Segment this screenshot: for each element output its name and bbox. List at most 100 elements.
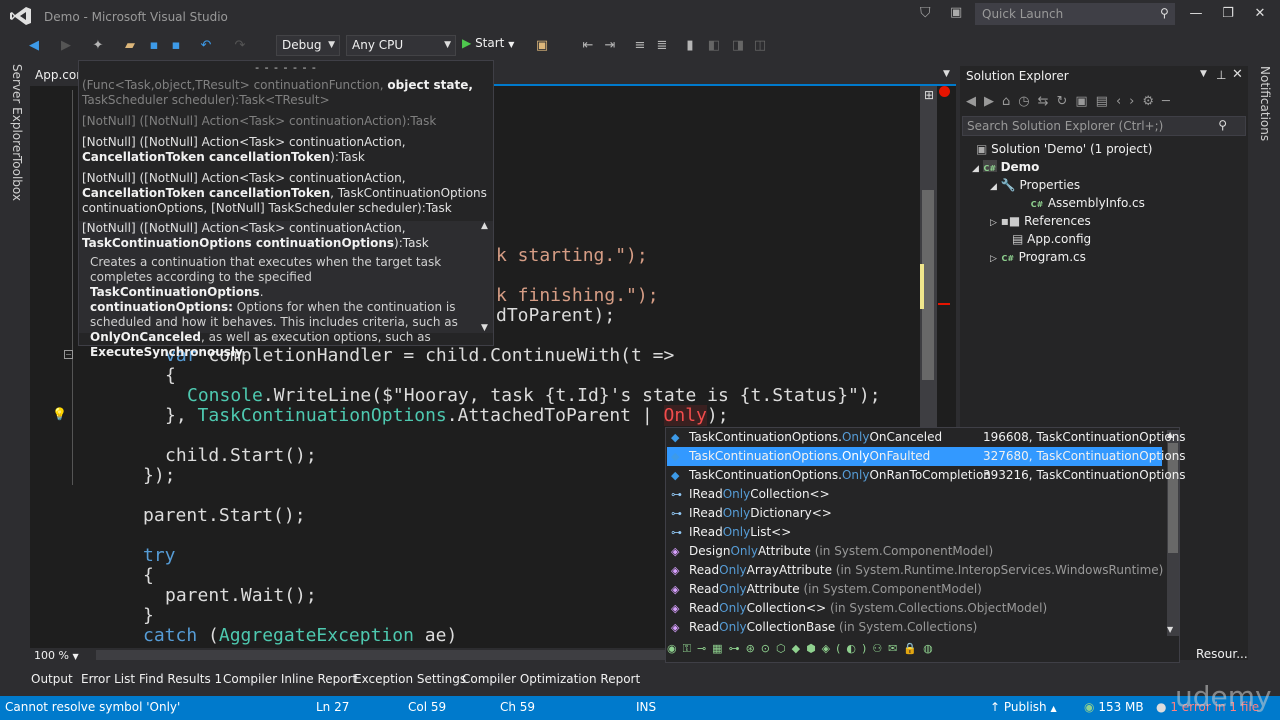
save-icon[interactable]: ▪ — [144, 36, 164, 56]
attach-icon[interactable]: ▣ — [532, 36, 552, 56]
close-icon[interactable]: ✕ — [1232, 67, 1243, 82]
autocomplete-item[interactable]: ◈ ReadOnlyArrayAttribute (in System.Runti… — [667, 561, 1164, 580]
dropdown-icon[interactable]: ▼ — [1200, 69, 1207, 79]
split-icon[interactable]: ⊞ — [924, 88, 934, 102]
autocomplete-item[interactable]: ◆ TaskContinuationOptions.OnlyOnCanceled 1… — [667, 428, 1186, 447]
autocomplete-item[interactable]: ◆ TaskContinuationOptions.OnlyOnRanToComp… — [667, 466, 1186, 485]
server-explorer-tab[interactable]: Server Explorer — [10, 64, 24, 157]
tab-compiler-optimization-report[interactable]: Compiler Optimization Report — [462, 672, 640, 686]
class-icon: ◈ — [671, 621, 680, 634]
item-text: ArrayAttribute — [746, 563, 832, 577]
start-button[interactable]: ▶ Start ▼ — [462, 36, 514, 50]
step-icon[interactable]: ⇤ — [578, 36, 598, 56]
status-line: Ln 27 — [316, 700, 350, 714]
tree-solution[interactable]: ▣ Solution 'Demo' (1 project) — [976, 140, 1152, 158]
undo-icon[interactable]: ↶ — [196, 36, 216, 56]
scroll-up-icon[interactable]: ▲ — [481, 221, 488, 231]
item-text: Read — [689, 601, 720, 615]
item-namespace: (in System.Runtime.InteropServices.Windo… — [831, 563, 1164, 577]
resources-tab[interactable]: Resour... — [1196, 647, 1248, 661]
scroll-down-icon[interactable]: ▼ — [1167, 625, 1173, 634]
platform-select[interactable]: Any CPU ▼ — [346, 35, 456, 56]
tree-properties[interactable]: ◢ 🔧 Properties — [990, 176, 1080, 196]
tab-error-list[interactable]: Error List — [81, 672, 135, 686]
item-text: OnFaulted — [869, 449, 931, 463]
uncomment-icon[interactable]: ≣ — [652, 36, 672, 56]
tab-exception-settings[interactable]: Exception Settings — [354, 672, 466, 686]
notifications-tab[interactable]: Notifications — [1258, 66, 1272, 141]
code-line: }); — [143, 465, 176, 486]
item-text: OnCanceled — [869, 430, 943, 444]
feedback-icon[interactable]: ▣ — [950, 5, 962, 20]
tree-program[interactable]: ▷ C# Program.cs — [990, 248, 1086, 268]
maximize-button[interactable]: ❐ — [1220, 6, 1236, 22]
item-text: IRead — [689, 487, 723, 501]
zoom-select[interactable]: 100 % ▼ — [30, 648, 90, 664]
new-project-icon[interactable]: ✦ — [88, 36, 108, 56]
comment-icon[interactable]: ≡ — [630, 36, 650, 56]
close-button[interactable]: ✕ — [1252, 6, 1268, 22]
tree-assemblyinfo[interactable]: C# AssemblyInfo.cs — [1030, 194, 1145, 212]
autocomplete-item[interactable]: ◆ TaskContinuationOptions.OnlyOnFaulted 32… — [667, 447, 1186, 466]
redo-icon[interactable]: ↷ — [230, 36, 250, 56]
class-icon: ◈ — [671, 545, 680, 558]
save-all-icon[interactable]: ▪ — [166, 36, 186, 56]
bookmark-icon[interactable]: ▮ — [680, 36, 700, 56]
configuration-select[interactable]: Debug ▼ — [276, 35, 340, 56]
overload-item[interactable]: [NotNull] ([NotNull] Action<Task> contin… — [79, 114, 493, 129]
overload-item[interactable]: [NotNull] ([NotNull] Action<Task> contin… — [79, 171, 493, 216]
publish-button[interactable]: ↑ Publish ▲ — [990, 700, 1057, 714]
autocomplete-item[interactable]: ⊶ IReadOnlyList<> — [667, 523, 1162, 542]
scroll-down-icon[interactable]: ▼ — [481, 323, 488, 333]
clear-bookmarks-icon[interactable]: ◫ — [750, 36, 770, 56]
autocomplete-item[interactable]: ◈ DesignOnlyAttribute (in System.Componen… — [667, 542, 1162, 561]
item-match: Only — [730, 544, 758, 558]
quick-launch-input[interactable]: Quick Launch ⚲ — [975, 3, 1175, 25]
tab-output[interactable]: Output — [31, 672, 73, 686]
open-folder-icon[interactable]: ▰ — [120, 36, 140, 56]
tab-find-results[interactable]: Find Results 1 — [139, 672, 222, 686]
tree-project[interactable]: ◢ C# Demo — [972, 158, 1039, 178]
overload-item[interactable]: [NotNull] ([NotNull] Action<Task> contin… — [79, 135, 493, 165]
item-text: Dictionary<> — [750, 506, 832, 520]
pin-icon[interactable]: ⊥ — [1216, 68, 1226, 82]
overload-item-selected[interactable]: [NotNull] ([NotNull] Action<Task> contin… — [79, 221, 493, 359]
autocomplete-item[interactable]: ◈ ReadOnlyCollection<> (in System.Collect… — [667, 599, 1162, 618]
autocomplete-item[interactable]: ⊶ IReadOnlyDictionary<> — [667, 504, 1162, 523]
filter-icon[interactable]: ⛉ — [920, 5, 931, 21]
item-text: TaskContinuationOptions. — [689, 468, 842, 482]
tree-references[interactable]: ▷ ▪■ References — [990, 212, 1091, 232]
minimize-button[interactable]: — — [1188, 6, 1204, 22]
tab-compiler-inline-report[interactable]: Compiler Inline Report — [223, 672, 357, 686]
memory-indicator[interactable]: ◉ 153 MB — [1084, 700, 1144, 714]
tab-app-config[interactable]: App.config — [30, 65, 80, 86]
code-line: try — [143, 545, 176, 566]
item-text: Design — [689, 544, 731, 558]
tree-appconfig[interactable]: ▤ App.config — [1012, 230, 1091, 248]
tab-dropdown-icon[interactable]: ▼ — [943, 69, 950, 79]
code-line: k finishing."); — [496, 285, 659, 306]
autocomplete-item[interactable]: ⊶ IReadOnlyCollection<> — [667, 485, 1162, 504]
lightbulb-icon[interactable]: 💡 — [52, 407, 67, 421]
platform-value: Any CPU — [352, 38, 404, 52]
solution-explorer-toolbar[interactable]: ◀▶⌂◷⇆↻▣▤‹›⚙─ — [966, 94, 1178, 109]
filter-icons[interactable]: ◉⚿⊸▦⊶⊛⊙⬡◆⬢◈(◐)⚇✉🔒◍ — [667, 642, 939, 655]
autocomplete-item[interactable]: ◈ ReadOnlyCollectionBase (in System.Colle… — [667, 618, 1162, 637]
back-icon[interactable]: ◀ — [24, 36, 44, 56]
solution-search-input[interactable]: Search Solution Explorer (Ctrl+;) ⚲ — [962, 116, 1246, 136]
autocomplete-filter-bar[interactable]: ◉⚿⊸▦⊶⊛⊙⬡◆⬢◈(◐)⚇✉🔒◍ — [667, 642, 1167, 660]
horizontal-scrollbar[interactable] — [96, 650, 666, 660]
prev-bookmark-icon[interactable]: ◧ — [704, 36, 724, 56]
config-file-icon: ▤ — [1012, 232, 1024, 246]
code-line: child.Start(); — [165, 445, 317, 466]
play-icon: ▶ — [462, 36, 472, 50]
step-over-icon[interactable]: ⇥ — [600, 36, 620, 56]
forward-icon[interactable]: ▶ — [56, 36, 76, 56]
toolbox-tab[interactable]: Toolbox — [10, 156, 24, 201]
next-bookmark-icon[interactable]: ◨ — [728, 36, 748, 56]
autocomplete-item[interactable]: ◈ ReadOnlyAttribute (in System.ComponentM… — [667, 580, 1162, 599]
collapse-icon[interactable]: − — [64, 350, 73, 359]
scroll-down-indicator[interactable]: - - - - - - - — [79, 332, 493, 345]
scroll-up-indicator[interactable]: - - - - - - - — [79, 61, 493, 74]
overload-item[interactable]: (Func<Task,object,TResult> continuationF… — [79, 78, 493, 108]
